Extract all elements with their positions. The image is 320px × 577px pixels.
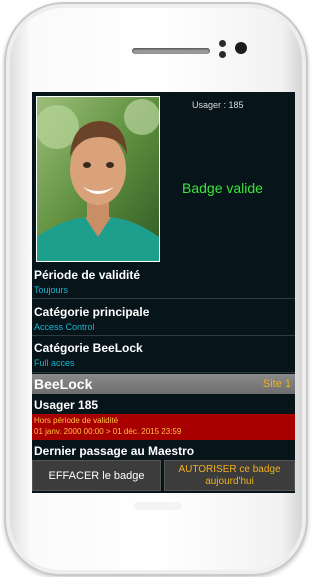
detail-row-validity: Période de validité Toujours (32, 264, 295, 299)
detail-row-category-beelock: Catégorie BeeLock Full acces (32, 336, 295, 373)
portrait-image (37, 97, 159, 261)
detail-title: Catégorie BeeLock (34, 341, 143, 355)
speaker-grille (132, 48, 210, 54)
user-photo (36, 96, 160, 262)
detail-row-category-main: Catégorie principale Access Control (32, 299, 295, 336)
home-button[interactable] (134, 502, 182, 510)
section-site: Site 1 (262, 378, 291, 390)
validity-warning: Hors période de validité 01 janv. 2000 0… (32, 414, 295, 440)
erase-badge-button[interactable]: EFFACER le badge (32, 460, 161, 491)
detail-value: Full acces (34, 358, 75, 368)
warning-line-2: 01 janv. 2000 00:00 > 01 déc. 2015 23:59 (34, 427, 182, 436)
detail-title: Catégorie principale (34, 305, 150, 319)
action-bar: EFFACER le badge AUTORISER ce badge aujo… (32, 458, 295, 493)
last-passage-label: Dernier passage au Maestro (34, 444, 195, 458)
section-header-beelock: BeeLock Site 1 (32, 374, 295, 394)
sensor-icon (219, 51, 226, 58)
badge-status: Badge valide (182, 180, 263, 196)
warning-line-1: Hors période de validité (34, 416, 119, 425)
detail-value: Toujours (34, 285, 69, 295)
usager-label: Usager 185 (34, 398, 99, 412)
detail-title: Période de validité (34, 268, 141, 282)
sensor-icon (219, 40, 226, 47)
app-screen: Usager : 185 Badge valide Période de val… (32, 92, 295, 493)
authorize-badge-button[interactable]: AUTORISER ce badge aujourd'hui (164, 460, 295, 491)
front-camera-icon (235, 42, 247, 54)
section-title: BeeLock (34, 376, 93, 392)
detail-value: Access Control (34, 322, 95, 332)
usager-id-label: Usager : 185 (192, 100, 244, 110)
